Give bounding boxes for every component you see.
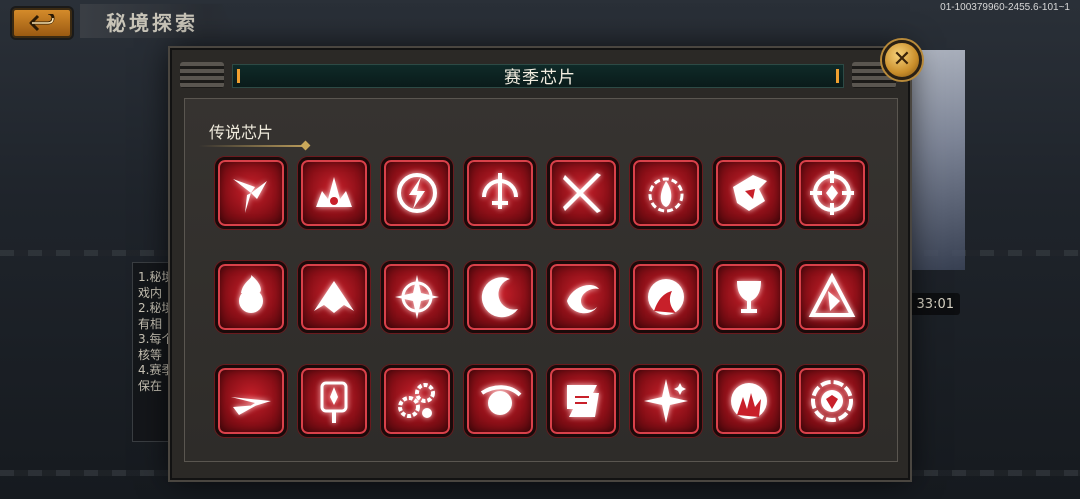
back-button[interactable] [12, 8, 72, 38]
section-divider [199, 145, 305, 147]
chip-item[interactable] [298, 157, 370, 229]
gears-icon [398, 383, 435, 418]
emblem-ring-icon [811, 380, 853, 422]
chip-item[interactable] [796, 365, 868, 437]
burning-orb-icon [239, 275, 263, 313]
chalice-icon [737, 281, 761, 313]
chip-item[interactable] [630, 157, 702, 229]
season-chip-modal: 赛季芯片 传说芯片 [170, 48, 910, 480]
torch-shield-icon [320, 381, 348, 423]
chip-item[interactable] [630, 365, 702, 437]
chip-item[interactable] [381, 157, 453, 229]
chip-item[interactable] [464, 365, 536, 437]
moon-silhouette-icon [648, 279, 684, 315]
dash-wing-icon [231, 397, 271, 415]
modal-title: 赛季芯片 [504, 67, 576, 88]
build-id: 01-100379960-2455.6-101~1 [940, 2, 1070, 13]
orbit-globe-icon [480, 385, 522, 415]
chip-item[interactable] [464, 261, 536, 333]
modal-header: 赛季芯片 [180, 58, 900, 92]
lightning-circle-icon [397, 173, 437, 213]
back-arrow-icon [29, 14, 55, 32]
hand-wave-icon [731, 383, 767, 419]
sword-sun-icon [482, 173, 518, 209]
star-compass-icon [395, 275, 439, 319]
crescent-slash-icon [481, 277, 518, 318]
header-grille [180, 62, 224, 88]
chip-item[interactable] [713, 157, 785, 229]
flame-ring-icon [648, 177, 684, 213]
crosshair-target-icon [810, 171, 854, 215]
chip-item[interactable] [796, 157, 868, 229]
chip-item[interactable] [215, 365, 287, 437]
chip-item[interactable] [464, 157, 536, 229]
chip-item[interactable] [547, 261, 619, 333]
chip-item[interactable] [381, 261, 453, 333]
character-art [905, 50, 965, 270]
chip-item[interactable] [298, 261, 370, 333]
chip-item[interactable] [298, 365, 370, 437]
close-button[interactable]: ✕ [882, 40, 922, 80]
chip-panel: 传说芯片 [184, 98, 898, 462]
crossed-blades-icon [563, 173, 601, 213]
chip-item[interactable] [796, 261, 868, 333]
chip-item[interactable] [630, 261, 702, 333]
section-title: 传说芯片 [209, 123, 274, 142]
rising-peak-icon [314, 281, 354, 313]
chip-item[interactable] [713, 365, 785, 437]
splash-swirl-icon [567, 285, 599, 314]
fist-strike-icon [733, 175, 767, 211]
four-point-star-icon [644, 379, 688, 423]
triple-blade-icon [233, 179, 267, 213]
crown-spike-icon [316, 177, 352, 207]
chip-item[interactable] [713, 261, 785, 333]
chip-item[interactable] [547, 365, 619, 437]
top-bar: 秘境探索 01-100379960-2455.6-101~1 [0, 0, 1080, 42]
close-icon: ✕ [892, 47, 912, 72]
chip-item[interactable] [215, 261, 287, 333]
broken-triangle-icon [808, 272, 856, 317]
scroll-banner-icon [567, 385, 599, 417]
chip-item[interactable] [215, 157, 287, 229]
page-title: 秘境探索 [80, 4, 238, 38]
chip-item[interactable] [547, 157, 619, 229]
chip-grid [215, 157, 868, 437]
chip-item[interactable] [381, 365, 453, 437]
